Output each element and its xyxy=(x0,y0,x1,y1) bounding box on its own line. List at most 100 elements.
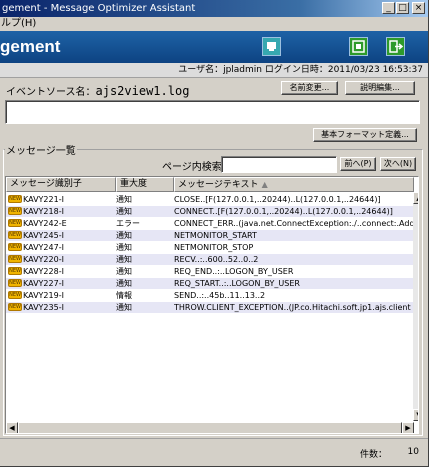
table-row[interactable]: NEW KAVY235-I 通知 THROW.CLIENT_EXCEPTION..(J… xyxy=(6,302,414,313)
column-header-severity[interactable]: 重大度 xyxy=(116,177,174,192)
scroll-down-arrow-icon[interactable]: ▼ xyxy=(413,409,418,421)
severity-cell: 通知 xyxy=(116,231,132,240)
message-id-cell: NEW KAVY242-E xyxy=(8,218,113,229)
message-id: KAVY227-I xyxy=(23,279,64,288)
message-id: KAVY219-I xyxy=(23,291,64,300)
severity-cell: エラー xyxy=(116,219,140,228)
message-id: KAVY242-E xyxy=(23,219,67,228)
table-row[interactable]: NEW KAVY227-I 通知 REQ_START..:..LOGON_BY_USE… xyxy=(6,278,414,289)
prev-button[interactable]: 前へ(P) xyxy=(340,157,376,171)
maximize-button[interactable]: □ xyxy=(396,2,409,14)
message-type-icon: NEW xyxy=(8,279,22,287)
event-source-bar: イベントソース名：ajs2view1.log 名前変更... 説明編集... xyxy=(0,79,428,99)
scroll-left-arrow-icon[interactable]: ◀ xyxy=(6,422,18,433)
page-search-input[interactable] xyxy=(221,156,337,173)
table-header: メッセージ識別子 重大度 メッセージテキスト ▲ xyxy=(6,177,418,192)
window-title: gement - Message Optimizer Assistant xyxy=(2,3,196,14)
message-type-icon: NEW xyxy=(8,243,22,251)
horizontal-scroll-thumb[interactable] xyxy=(18,422,402,433)
table-row[interactable]: NEW KAVY219-I 情報 SEND..:..45b..11..13..2 xyxy=(6,290,414,301)
count-value: 10 xyxy=(407,447,419,457)
message-text-cell: CONNECT..[F(127.0.0.1,..20244)..L(127.0.… xyxy=(174,207,393,216)
message-type-icon: NEW xyxy=(8,195,22,203)
message-id: KAVY247-I xyxy=(23,243,64,252)
count-label: 件数： xyxy=(360,450,388,460)
message-text-cell: REQ_END..:..LOGON_BY_USER xyxy=(174,267,294,276)
message-id: KAVY235-I xyxy=(23,303,64,312)
message-id: KAVY221-I xyxy=(23,195,64,204)
close-button[interactable]: × xyxy=(412,2,425,14)
edit-description-button[interactable]: 説明編集... xyxy=(345,81,415,95)
message-id-cell: NEW KAVY227-I xyxy=(8,278,113,289)
severity-cell: 通知 xyxy=(116,195,132,204)
message-id-cell: NEW KAVY228-I xyxy=(8,266,113,277)
message-id-cell: NEW KAVY218-I xyxy=(8,206,113,217)
message-id: KAVY228-I xyxy=(23,267,64,276)
logout-icon[interactable] xyxy=(386,37,405,56)
table-row[interactable]: NEW KAVY247-I 通知 NETMONITOR_STOP xyxy=(6,242,414,253)
message-type-icon: NEW xyxy=(8,219,22,227)
message-id: KAVY218-I xyxy=(23,207,64,216)
message-type-icon: NEW xyxy=(8,207,22,215)
message-id: KAVY220-I xyxy=(23,255,64,264)
severity-cell: 通知 xyxy=(116,267,132,276)
message-text-cell: SEND..:..45b..11..13..2 xyxy=(174,291,266,300)
horizontal-scrollbar[interactable]: ◀ ▶ xyxy=(6,422,414,433)
message-text-cell: NETMONITOR_STOP xyxy=(174,243,254,252)
scroll-right-arrow-icon[interactable]: ▶ xyxy=(402,422,414,433)
severity-cell: 情報 xyxy=(116,291,132,300)
message-id-cell: NEW KAVY245-I xyxy=(8,230,113,241)
message-type-icon: NEW xyxy=(8,231,22,239)
message-id: KAVY245-I xyxy=(23,231,64,240)
table-row[interactable]: NEW KAVY221-I 通知 CLOSE..[F(127.0.0.1,..2024… xyxy=(6,194,414,205)
table-row[interactable]: NEW KAVY242-E エラー CONNECT_ERR..(java.net.Co… xyxy=(6,218,414,229)
message-table: メッセージ識別子 重大度 メッセージテキスト ▲ NEW KAVY221-I 通知 CL… xyxy=(5,176,419,434)
column-header-message-id[interactable]: メッセージ識別子 xyxy=(6,177,116,192)
menu-bar: ルプ(H) xyxy=(0,17,428,31)
title-bar: gement - Message Optimizer Assistant _ □… xyxy=(0,0,428,17)
user-login-info: ユーザ名：jpladmin ログイン日時：2011/03/23 16:53:37 xyxy=(178,65,423,75)
message-text-cell: THROW.CLIENT_EXCEPTION..(JP.co.Hitachi.s… xyxy=(174,303,411,312)
app-banner: gement xyxy=(0,31,428,63)
table-row[interactable]: NEW KAVY218-I 通知 CONNECT..[F(127.0.0.1,..20… xyxy=(6,206,414,217)
menu-help[interactable]: ルプ(H) xyxy=(1,18,36,29)
message-type-icon: NEW xyxy=(8,291,22,299)
scroll-up-arrow-icon[interactable]: ▲ xyxy=(413,192,418,204)
column-header-message-text[interactable]: メッセージテキスト ▲ xyxy=(174,177,414,192)
event-source-label: イベントソース名：ajs2view1.log xyxy=(6,83,189,98)
message-list-label: メッセージ一覧 xyxy=(5,142,77,157)
description-field[interactable] xyxy=(5,100,420,124)
message-text-cell: RECV..:..600..52..0..2 xyxy=(174,255,259,264)
message-text-cell: CONNECT_ERR..(java.net.ConnectException:… xyxy=(174,219,414,228)
table-row[interactable]: NEW KAVY220-I 通知 RECV..:..600..52..0..2 xyxy=(6,254,414,265)
next-button[interactable]: 次へ(N) xyxy=(380,157,416,171)
window-switch-icon[interactable] xyxy=(349,37,368,56)
banner-title: gement xyxy=(0,37,61,56)
basic-format-definition-button[interactable]: 基本フォーマット定義... xyxy=(313,128,417,142)
message-id-cell: NEW KAVY235-I xyxy=(8,302,113,313)
message-text-cell: NETMONITOR_START xyxy=(174,231,257,240)
sort-ascending-icon: ▲ xyxy=(261,180,268,189)
severity-cell: 通知 xyxy=(116,243,132,252)
table-row[interactable]: NEW KAVY228-I 通知 REQ_END..:..LOGON_BY_USER xyxy=(6,266,414,277)
vertical-scrollbar[interactable]: ▲ ▼ xyxy=(413,192,418,421)
application-window: gement - Message Optimizer Assistant _ □… xyxy=(0,0,429,467)
severity-cell: 通知 xyxy=(116,207,132,216)
message-type-icon: NEW xyxy=(8,267,22,275)
rename-button[interactable]: 名前変更... xyxy=(281,81,338,95)
minimize-button[interactable]: _ xyxy=(382,2,395,14)
column-header-label: 重大度 xyxy=(120,179,148,189)
message-type-icon: NEW xyxy=(8,303,22,311)
message-id-cell: NEW KAVY247-I xyxy=(8,242,113,253)
refresh-icon[interactable] xyxy=(262,37,281,56)
table-row[interactable]: NEW KAVY245-I 通知 NETMONITOR_START xyxy=(6,230,414,241)
severity-cell: 通知 xyxy=(116,255,132,264)
message-id-cell: NEW KAVY221-I xyxy=(8,194,113,205)
event-source-caption: イベントソース名： xyxy=(6,87,96,98)
message-id-cell: NEW KAVY220-I xyxy=(8,254,113,265)
message-type-icon: NEW xyxy=(8,255,22,263)
message-text-cell: REQ_START..:..LOGON_BY_USER xyxy=(174,279,300,288)
column-header-label: メッセージ識別子 xyxy=(10,179,82,189)
severity-cell: 通知 xyxy=(116,279,132,288)
window-controls: _ □ × xyxy=(381,2,425,14)
